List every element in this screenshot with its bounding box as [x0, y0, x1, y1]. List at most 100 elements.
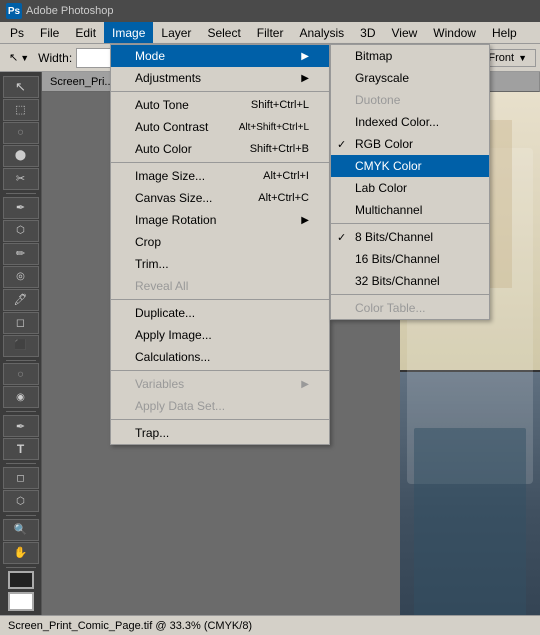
canvas-size-label: Canvas Size... [135, 191, 212, 205]
indexed-color-label: Indexed Color... [355, 115, 439, 129]
mode-indexed-color[interactable]: Indexed Color... [331, 111, 489, 133]
lab-color-label: Lab Color [355, 181, 407, 195]
mode-8bit[interactable]: ✓ 8 Bits/Channel [331, 226, 489, 248]
crop-label: Crop [135, 235, 161, 249]
variables-label: Variables [135, 377, 184, 391]
menu-analysis[interactable]: Analysis [291, 22, 352, 43]
auto-tone-shortcut: Shift+Ctrl+L [251, 99, 309, 111]
separator-5 [111, 419, 329, 420]
tool-separator-1 [6, 193, 36, 194]
tool-pen[interactable]: ✒ [3, 415, 39, 437]
menu-mode-item[interactable]: Mode ▶ [111, 45, 329, 67]
menu-apply-image[interactable]: Apply Image... [111, 324, 329, 346]
menu-adjustments-item[interactable]: Adjustments ▶ [111, 67, 329, 89]
tool-quick-select[interactable]: ⬤ [3, 145, 39, 167]
tool-marquee[interactable]: ⬚ [3, 99, 39, 121]
menu-auto-tone[interactable]: Auto Tone Shift+Ctrl+L [111, 94, 329, 116]
mode-submenu: Bitmap Grayscale Duotone Indexed Color..… [330, 44, 490, 320]
menu-trap[interactable]: Trap... [111, 422, 329, 444]
menu-calculations[interactable]: Calculations... [111, 346, 329, 368]
tool-options-btn[interactable]: ↖ ▼ [4, 48, 34, 67]
menu-layer[interactable]: Layer [153, 22, 199, 43]
grayscale-label: Grayscale [355, 71, 409, 85]
menu-canvas-size[interactable]: Canvas Size... Alt+Ctrl+C [111, 187, 329, 209]
menu-filter[interactable]: Filter [249, 22, 292, 43]
separator-4 [111, 370, 329, 371]
menu-3d[interactable]: 3D [352, 22, 383, 43]
menu-trim[interactable]: Trim... [111, 253, 329, 275]
apply-image-label: Apply Image... [135, 328, 212, 342]
tool-heal[interactable]: ⬡ [3, 220, 39, 242]
mode-bitmap[interactable]: Bitmap [331, 45, 489, 67]
tool-eraser[interactable]: ◻ [3, 312, 39, 334]
8bit-checkmark-icon: ✓ [337, 231, 346, 244]
menu-image-size[interactable]: Image Size... Alt+Ctrl+I [111, 165, 329, 187]
tool-text[interactable]: T [3, 438, 39, 460]
tool-blur[interactable]: ◌ [3, 363, 39, 385]
menu-bar: Ps File Edit Image Layer Select Filter A… [0, 22, 540, 44]
menu-auto-contrast[interactable]: Auto Contrast Alt+Shift+Ctrl+L [111, 116, 329, 138]
tool-move[interactable]: ↖ [3, 76, 39, 98]
dropdown-arrow-icon: ▼ [518, 53, 527, 63]
apply-data-set-label: Apply Data Set... [135, 399, 225, 413]
separator-2 [111, 162, 329, 163]
menu-image[interactable]: Image [104, 22, 153, 43]
mode-16bit[interactable]: 16 Bits/Channel [331, 248, 489, 270]
mode-rgb-color[interactable]: ✓ RGB Color [331, 133, 489, 155]
tools-panel: ↖ ⬚ ◌ ⬤ ✂ ✒ ⬡ ✏ ◎ 🖊 ◻ ⬛ ◌ ◉ ✒ T ◻ ⬡ 🔍 ✋ [0, 72, 42, 615]
mode-multichannel[interactable]: Multichannel [331, 199, 489, 221]
image-size-label: Image Size... [135, 169, 205, 183]
tool-brush[interactable]: ✏ [3, 243, 39, 265]
menu-ps[interactable]: Ps [2, 22, 32, 43]
menu-view[interactable]: View [384, 22, 426, 43]
width-label: Width: [38, 51, 72, 65]
tool-clone[interactable]: ◎ [3, 266, 39, 288]
separator-1 [111, 91, 329, 92]
tool-lasso[interactable]: ◌ [3, 122, 39, 144]
tool-3d[interactable]: ⬡ [3, 490, 39, 512]
tool-separator-3 [6, 411, 36, 412]
menu-window[interactable]: Window [425, 22, 484, 43]
mode-cmyk-color[interactable]: CMYK Color [331, 155, 489, 177]
tool-separator-6 [6, 567, 36, 568]
mode-32bit[interactable]: 32 Bits/Channel [331, 270, 489, 292]
tool-dodge[interactable]: ◉ [3, 386, 39, 408]
tool-crop[interactable]: ✂ [3, 168, 39, 190]
menu-file[interactable]: File [32, 22, 67, 43]
mode-arrow-icon: ▶ [301, 51, 309, 62]
tool-separator-4 [6, 463, 36, 464]
menu-duplicate[interactable]: Duplicate... [111, 302, 329, 324]
mode-separator-2 [331, 294, 489, 295]
trim-label: Trim... [135, 257, 169, 271]
32bit-label: 32 Bits/Channel [355, 274, 440, 288]
tool-foreground-color[interactable] [8, 571, 34, 590]
app-icon: Ps [6, 3, 22, 19]
tool-bg-color[interactable] [8, 592, 34, 611]
menu-help[interactable]: Help [484, 22, 525, 43]
menu-crop[interactable]: Crop [111, 231, 329, 253]
tool-arrow-icon: ↖ [9, 51, 18, 64]
tool-shape[interactable]: ◻ [3, 467, 39, 489]
cmyk-color-label: CMYK Color [355, 159, 422, 173]
front-label: Front [488, 52, 514, 64]
menu-image-rotation[interactable]: Image Rotation ▶ [111, 209, 329, 231]
tool-gradient[interactable]: ⬛ [3, 335, 39, 357]
duplicate-label: Duplicate... [135, 306, 195, 320]
menu-reveal-all: Reveal All [111, 275, 329, 297]
auto-color-shortcut: Shift+Ctrl+B [250, 143, 309, 155]
16bit-label: 16 Bits/Channel [355, 252, 440, 266]
status-bar: Screen_Print_Comic_Page.tif @ 33.3% (CMY… [0, 615, 540, 635]
tool-history-brush[interactable]: 🖊 [3, 289, 39, 311]
mode-lab-color[interactable]: Lab Color [331, 177, 489, 199]
menu-edit[interactable]: Edit [67, 22, 104, 43]
mode-separator-1 [331, 223, 489, 224]
image-dropdown-menu: Mode ▶ Adjustments ▶ Auto Tone Shift+Ctr… [110, 44, 330, 445]
calculations-label: Calculations... [135, 350, 210, 364]
menu-auto-color[interactable]: Auto Color Shift+Ctrl+B [111, 138, 329, 160]
mode-grayscale[interactable]: Grayscale [331, 67, 489, 89]
tool-zoom[interactable]: 🔍 [3, 519, 39, 541]
tool-hand[interactable]: ✋ [3, 542, 39, 564]
tool-eyedropper[interactable]: ✒ [3, 197, 39, 219]
mode-label: Mode [135, 49, 165, 63]
menu-select[interactable]: Select [199, 22, 248, 43]
